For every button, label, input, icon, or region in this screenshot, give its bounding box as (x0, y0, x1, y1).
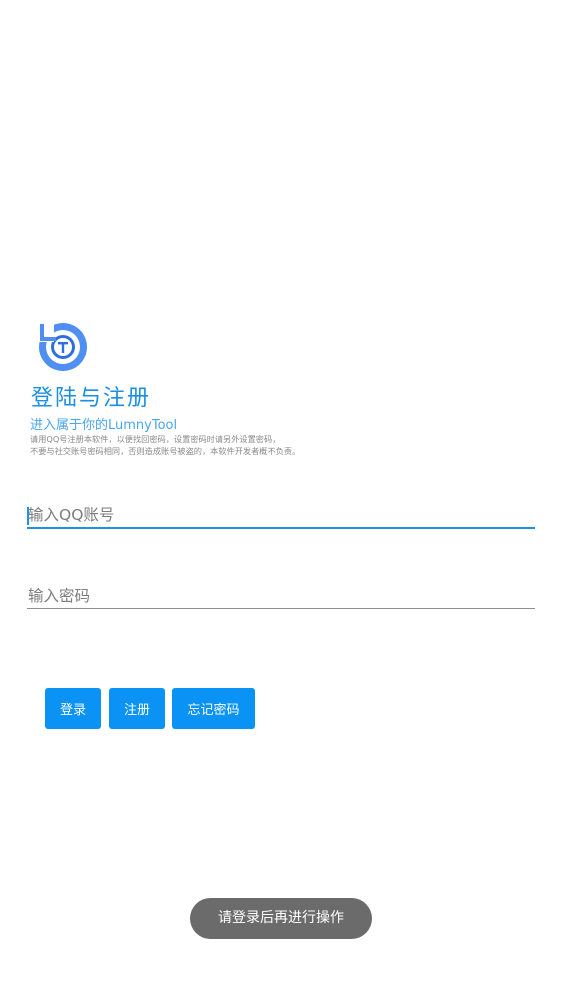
notice-line-1: 请用QQ号注册本软件，以便找回密码，设置密码时请另外设置密码， (30, 434, 281, 444)
toast-message: 请登录后再进行操作 (190, 898, 372, 939)
notice-line-2: 不要与社交账号密码相同，否则造成账号被盗的，本软件开发者概不负责。 (30, 446, 301, 456)
page-title: 登陆与注册 (31, 386, 152, 411)
login-page: 登陆与注册 进入属于你的LumnyTool 请用QQ号注册本软件，以便找回密码，… (0, 0, 562, 999)
qq-account-field (27, 503, 535, 529)
register-button[interactable]: 注册 (109, 688, 165, 729)
login-button[interactable]: 登录 (45, 688, 101, 729)
forgot-password-button[interactable]: 忘记密码 (172, 688, 255, 729)
registration-notice: 请用QQ号注册本软件，以便找回密码，设置密码时请另外设置密码， 不要与社交账号密… (30, 433, 300, 457)
lumnytool-logo-icon (36, 320, 90, 374)
page-subtitle: 进入属于你的LumnyTool (30, 418, 178, 433)
password-field (27, 583, 535, 609)
qq-account-input[interactable] (27, 503, 535, 527)
password-input[interactable] (27, 583, 535, 608)
text-cursor (27, 507, 29, 525)
